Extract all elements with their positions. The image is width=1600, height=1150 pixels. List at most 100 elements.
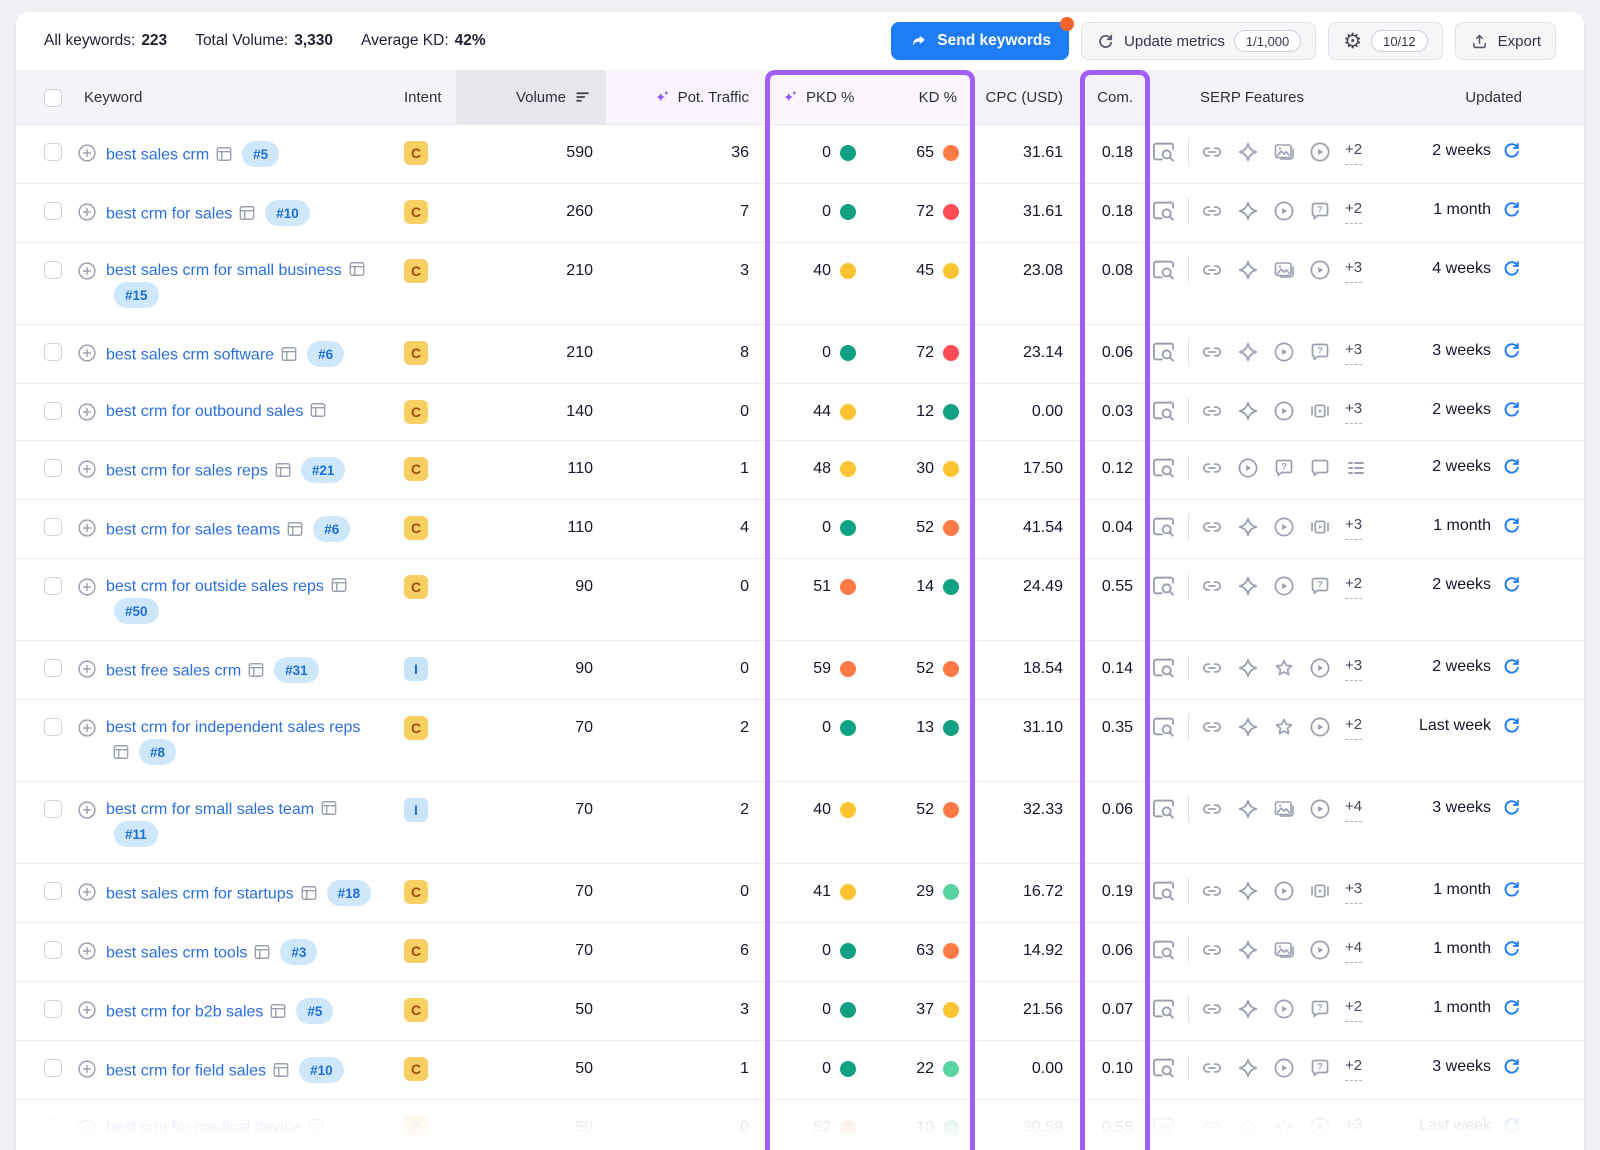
keyword-link[interactable]: best sales crm for small business [106, 262, 342, 279]
row-checkbox[interactable] [44, 343, 62, 361]
serp-snapshot-icon[interactable] [271, 1060, 291, 1080]
serp-snapshot-icon[interactable] [329, 575, 349, 595]
keyword-link[interactable]: best crm for outside sales reps [106, 578, 324, 595]
row-checkbox[interactable] [44, 659, 62, 677]
keyword-link[interactable]: best crm for field sales [106, 1063, 266, 1080]
serp-preview-icon[interactable] [1150, 338, 1177, 365]
refresh-row-icon[interactable] [1501, 1115, 1522, 1136]
add-keyword-icon[interactable] [76, 342, 98, 364]
serp-preview-icon[interactable] [1150, 454, 1177, 481]
refresh-row-icon[interactable] [1501, 715, 1522, 736]
select-all-checkbox[interactable] [44, 89, 62, 107]
serp-preview-icon[interactable] [1150, 795, 1177, 822]
refresh-row-icon[interactable] [1501, 199, 1522, 220]
serp-snapshot-icon[interactable] [306, 1116, 326, 1136]
refresh-row-icon[interactable] [1501, 456, 1522, 477]
serp-preview-icon[interactable] [1150, 1054, 1177, 1081]
serp-preview-icon[interactable] [1150, 877, 1177, 904]
add-keyword-icon[interactable] [76, 517, 98, 539]
serp-snapshot-icon[interactable] [319, 798, 339, 818]
add-keyword-icon[interactable] [76, 458, 98, 480]
add-keyword-icon[interactable] [76, 401, 98, 423]
col-updated[interactable]: Updated [1346, 70, 1584, 124]
serp-preview-icon[interactable] [1150, 513, 1177, 540]
keyword-link[interactable]: best free sales crm [106, 663, 241, 680]
send-keywords-button[interactable]: Send keywords [891, 22, 1069, 60]
keyword-link[interactable]: best crm for medical device [106, 1119, 301, 1136]
serp-snapshot-icon[interactable] [111, 742, 131, 762]
row-checkbox[interactable] [44, 402, 62, 420]
export-button[interactable]: Export [1455, 22, 1556, 60]
row-checkbox[interactable] [44, 577, 62, 595]
add-keyword-icon[interactable] [76, 940, 98, 962]
serp-snapshot-icon[interactable] [268, 1001, 288, 1021]
serp-preview-icon[interactable] [1150, 256, 1177, 283]
keyword-link[interactable]: best crm for independent sales reps [106, 719, 360, 736]
refresh-row-icon[interactable] [1501, 1056, 1522, 1077]
col-pot-traffic[interactable]: Pot. Traffic [606, 70, 765, 124]
add-keyword-icon[interactable] [76, 576, 98, 598]
col-com[interactable]: Com. [1080, 70, 1150, 124]
update-metrics-button[interactable]: Update metrics 1/1,000 [1081, 22, 1316, 60]
add-keyword-icon[interactable] [76, 201, 98, 223]
keyword-link[interactable]: best crm for outbound sales [106, 403, 303, 420]
refresh-row-icon[interactable] [1501, 340, 1522, 361]
serp-preview-icon[interactable] [1150, 936, 1177, 963]
serp-snapshot-icon[interactable] [308, 400, 328, 420]
row-checkbox[interactable] [44, 261, 62, 279]
col-intent[interactable]: Intent [390, 70, 456, 124]
serp-snapshot-icon[interactable] [279, 344, 299, 364]
col-pkd[interactable]: PKD % [765, 70, 870, 124]
serp-snapshot-icon[interactable] [237, 203, 257, 223]
serp-snapshot-icon[interactable] [299, 883, 319, 903]
columns-settings-button[interactable]: ⚙ 10/12 [1328, 22, 1442, 60]
col-cpc[interactable]: CPC (USD) [975, 70, 1080, 124]
refresh-row-icon[interactable] [1501, 656, 1522, 677]
serp-preview-icon[interactable] [1150, 654, 1177, 681]
serp-snapshot-icon[interactable] [285, 519, 305, 539]
refresh-row-icon[interactable] [1501, 140, 1522, 161]
row-checkbox[interactable] [44, 518, 62, 536]
refresh-row-icon[interactable] [1501, 574, 1522, 595]
refresh-row-icon[interactable] [1501, 797, 1522, 818]
keyword-link[interactable]: best sales crm [106, 147, 209, 164]
add-keyword-icon[interactable] [76, 1117, 98, 1139]
keyword-link[interactable]: best crm for b2b sales [106, 1004, 263, 1021]
refresh-row-icon[interactable] [1501, 938, 1522, 959]
add-keyword-icon[interactable] [76, 658, 98, 680]
serp-preview-icon[interactable] [1150, 713, 1177, 740]
col-volume[interactable]: Volume [456, 70, 606, 124]
add-keyword-icon[interactable] [76, 1058, 98, 1080]
row-checkbox[interactable] [44, 800, 62, 818]
keyword-link[interactable]: best sales crm software [106, 347, 274, 364]
col-kd[interactable]: KD % [870, 70, 975, 124]
serp-snapshot-icon[interactable] [246, 660, 266, 680]
row-checkbox[interactable] [44, 143, 62, 161]
serp-snapshot-icon[interactable] [273, 460, 293, 480]
serp-snapshot-icon[interactable] [347, 259, 367, 279]
row-checkbox[interactable] [44, 1000, 62, 1018]
add-keyword-icon[interactable] [76, 999, 98, 1021]
refresh-row-icon[interactable] [1501, 399, 1522, 420]
row-checkbox[interactable] [44, 1059, 62, 1077]
row-checkbox[interactable] [44, 941, 62, 959]
add-keyword-icon[interactable] [76, 799, 98, 821]
serp-preview-icon[interactable] [1150, 397, 1177, 424]
keyword-link[interactable]: best crm for sales reps [106, 463, 268, 480]
serp-preview-icon[interactable] [1150, 138, 1177, 165]
serp-snapshot-icon[interactable] [252, 942, 272, 962]
col-keyword[interactable]: Keyword [76, 70, 390, 124]
add-keyword-icon[interactable] [76, 142, 98, 164]
keyword-link[interactable]: best sales crm for startups [106, 886, 294, 903]
keyword-link[interactable]: best crm for sales teams [106, 522, 280, 539]
add-keyword-icon[interactable] [76, 260, 98, 282]
serp-preview-icon[interactable] [1150, 197, 1177, 224]
serp-preview-icon[interactable] [1150, 1113, 1177, 1140]
refresh-row-icon[interactable] [1501, 997, 1522, 1018]
row-checkbox[interactable] [44, 202, 62, 220]
keyword-link[interactable]: best sales crm tools [106, 945, 247, 962]
serp-snapshot-icon[interactable] [214, 144, 234, 164]
add-keyword-icon[interactable] [76, 717, 98, 739]
refresh-row-icon[interactable] [1501, 258, 1522, 279]
row-checkbox[interactable] [44, 1118, 62, 1136]
